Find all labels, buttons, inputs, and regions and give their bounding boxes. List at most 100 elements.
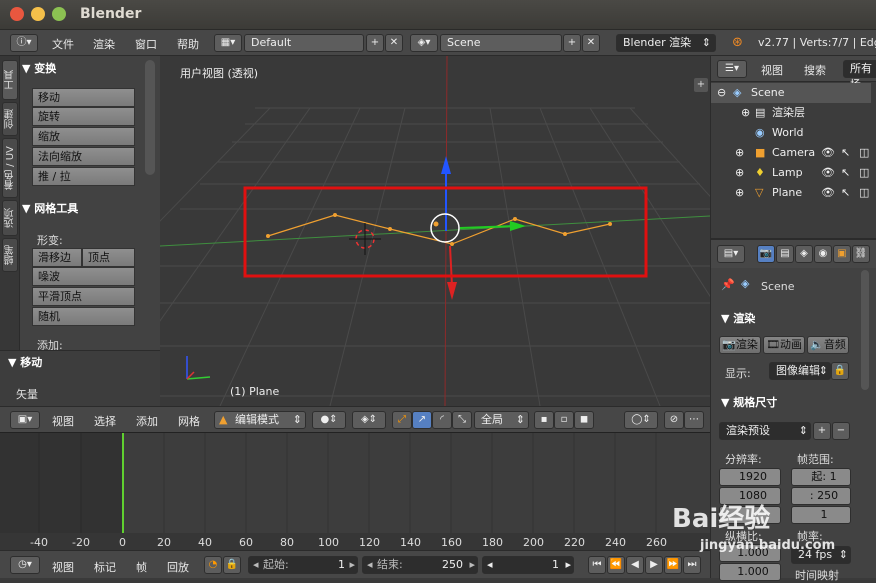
maximize-window-button[interactable] [52,7,66,21]
x-arrow-icon[interactable] [510,221,526,231]
frame-step-field[interactable]: 1 [791,506,851,524]
vertex-select-icon[interactable]: ▪ [534,411,554,429]
render-icon[interactable]: ◫ [859,163,869,183]
randomize-button[interactable]: 随机 [32,307,135,326]
pivot-select-icon[interactable]: ◈⇕ [352,411,386,429]
move-button[interactable]: 移动 [32,88,135,107]
3d-cursor-icon[interactable] [349,223,381,255]
editor-type-info-icon[interactable]: ⓘ▾ [10,34,38,52]
menu-mesh[interactable]: 网格 [178,413,200,429]
menu-view[interactable]: 视图 [52,413,74,429]
menu-select[interactable]: 选择 [94,413,116,429]
outliner-row-camera[interactable]: ⊕ ■ Camera 👁 ↖ ◫ [711,143,871,163]
frame-end-field[interactable]: : 250 [791,487,851,505]
minimize-window-button[interactable] [31,7,45,21]
render-preset-select[interactable]: 渲染预设 ⇕ [719,422,811,440]
y-arrow-icon[interactable] [447,282,457,300]
properties-scrollbar[interactable] [861,270,869,390]
render-icon[interactable]: ◫ [859,183,869,203]
render-context-icon[interactable]: 📷 [757,245,775,263]
x-manipulator-axis[interactable] [459,225,516,229]
snap-element-icon[interactable]: ⋯ [684,411,704,429]
layout-icon[interactable]: ▦▾ [214,34,242,52]
proportional-edit-icon[interactable]: ◯⇕ [624,411,658,429]
add-layout-icon[interactable]: + [366,34,384,52]
mode-select[interactable]: ▲ 编辑模式 ⇕ [214,411,306,429]
lock-icon[interactable]: 🔒 [223,556,241,574]
timeline-area[interactable]: -40 -20 0 20 40 60 80 100 120 140 160 18… [0,432,710,551]
scale-button[interactable]: 缩放 [32,127,135,146]
remove-layout-icon[interactable]: ✕ [385,34,403,52]
menu-playback[interactable]: 回放 [167,559,189,575]
audio-button[interactable]: 🔈音频 [807,336,849,354]
jump-end-icon[interactable]: ⏭ [683,556,701,574]
edge-slide-button[interactable]: 滑移边 [32,248,82,267]
outliner-row-plane[interactable]: ⊕ ▽ Plane 👁 ↖ ◫ [711,183,871,203]
eye-icon[interactable]: 👁 [821,183,835,203]
cursor-icon[interactable]: ↖ [841,183,850,203]
translate-manipulator-icon[interactable]: ↗ [412,411,432,429]
rotate-manipulator-icon[interactable]: ◜ [432,411,452,429]
animation-button[interactable]: 🎞动画 [763,336,805,354]
aspect-y-field[interactable]: 1.000 [719,563,781,581]
menu-view[interactable]: 视图 [761,62,783,78]
cursor-icon[interactable]: ↖ [841,143,850,163]
viewport-scene[interactable] [160,56,710,406]
remove-preset-icon[interactable]: − [832,422,850,440]
eye-icon[interactable]: 👁 [821,163,835,183]
menu-search[interactable]: 搜索 [804,62,826,78]
shading-select-icon[interactable]: ●⇕ [312,411,346,429]
pin-icon[interactable]: 📌 [721,278,735,291]
close-window-button[interactable] [10,7,24,21]
end-frame-field[interactable]: ◂ 结束: 250 ▸ [362,556,478,574]
tab-tools[interactable]: 工具 [2,60,18,100]
menu-frame[interactable]: 帧 [136,559,147,575]
scale-manipulator-icon[interactable]: ⤡ [452,411,472,429]
menu-file[interactable]: 文件 [52,36,74,52]
3d-viewport[interactable]: 用户视图 (透视) (1) Plane + [160,56,710,406]
menu-help[interactable]: 帮助 [177,36,199,52]
menu-add[interactable]: 添加 [136,413,158,429]
move-operator-header[interactable]: ▼ 移动 [8,354,42,370]
add-scene-icon[interactable]: + [563,34,581,52]
tool-shelf-scrollbar[interactable] [145,60,155,175]
orientation-select[interactable]: 全局 ⇕ [474,411,529,429]
layout-field[interactable]: Default [244,34,364,52]
noise-button[interactable]: 噪波 [32,267,135,286]
frame-start-field[interactable]: 起: 1 [791,468,851,486]
tab-grease-pencil[interactable]: 蜡笔 [2,238,18,272]
prev-keyframe-icon[interactable]: ⏪ [607,556,625,574]
selected-edges[interactable] [267,214,611,245]
next-keyframe-icon[interactable]: ⏩ [664,556,682,574]
world-context-icon[interactable]: ◉ [814,245,832,263]
render-icon[interactable]: ◫ [859,143,869,163]
z-arrow-icon[interactable] [441,156,451,174]
render-engine-select[interactable]: Blender 渲染 ⇕ [616,34,716,52]
outliner-row-lamp[interactable]: ⊕ ♦ Lamp 👁 ↖ ◫ [711,163,871,183]
outliner-row-scene[interactable]: ⊖ ◈ Scene [711,83,871,103]
dimensions-panel-header[interactable]: ▼ 规格尺寸 [721,394,777,410]
editor-type-3d-icon[interactable]: ▣▾ [10,411,40,429]
play-reverse-icon[interactable]: ◀ [626,556,644,574]
rotate-button[interactable]: 旋转 [32,107,135,126]
render-layers-icon[interactable]: ▤ [776,245,794,263]
manipulator-toggle-icon[interactable]: ⤢ [392,411,412,429]
editor-type-timeline-icon[interactable]: ◷▾ [10,556,40,574]
object-context-icon[interactable]: ▣ [833,245,851,263]
lock-interface-icon[interactable]: 🔒 [831,362,849,380]
play-icon[interactable]: ▶ [645,556,663,574]
transform-panel-header[interactable]: ▼ 变换 [22,60,56,76]
snap-toggle-icon[interactable]: ⊘ [664,411,684,429]
render-panel-header[interactable]: ▼ 渲染 [721,310,755,326]
face-select-icon[interactable]: ◼ [574,411,594,429]
eye-icon[interactable]: 👁 [821,143,835,163]
outliner-row-renderlayer[interactable]: ⊕ ▤ 渲染层 [711,103,871,123]
resolution-x-field[interactable]: 1920 [719,468,781,486]
constraints-context-icon[interactable]: ⛓ [852,245,870,263]
menu-window[interactable]: 窗口 [135,36,157,52]
cursor-icon[interactable]: ↖ [841,163,850,183]
edge-select-icon[interactable]: ▫ [554,411,574,429]
editor-type-properties-icon[interactable]: ▤▾ [717,245,745,263]
current-frame-field[interactable]: ◂ 1 ▸ [482,556,574,574]
add-preset-icon[interactable]: + [813,422,831,440]
